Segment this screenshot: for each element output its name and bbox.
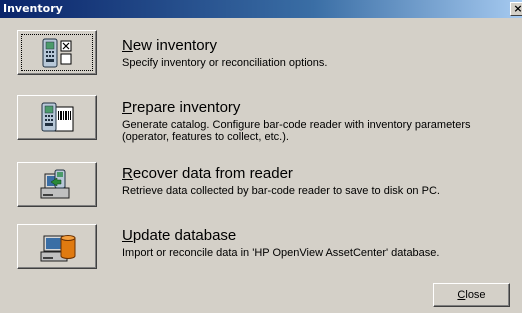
barcode-reader-checklist-icon: [42, 38, 72, 67]
window-title: Inventory: [3, 2, 63, 15]
update-database-button[interactable]: [17, 224, 97, 269]
recover-data-description: Retrieve data collected by bar-code read…: [122, 185, 440, 197]
update-database-title: Update database: [122, 227, 237, 244]
recover-data-title: Recover data from reader: [122, 165, 293, 182]
prepare-inventory-title: Prepare inventory: [122, 99, 241, 116]
reader-to-computer-icon: [40, 169, 70, 198]
computer-database-icon: [40, 234, 76, 261]
new-inventory-title: New inventory: [122, 37, 218, 54]
close-button[interactable]: Close: [433, 283, 510, 307]
window-close-icon[interactable]: ×: [510, 2, 522, 16]
barcode-reader-document-icon: [41, 102, 74, 131]
prepare-inventory-description: Generate catalog. Configure bar-code rea…: [122, 119, 471, 143]
prepare-inventory-button[interactable]: [17, 95, 97, 140]
new-inventory-button[interactable]: [17, 30, 97, 75]
update-database-description: Import or reconcile data in 'HP OpenView…: [122, 247, 440, 259]
title-bar: Inventory ×: [0, 0, 522, 18]
recover-data-button[interactable]: [17, 162, 97, 207]
new-inventory-description: Specify inventory or reconciliation opti…: [122, 57, 328, 69]
inventory-dialog: Inventory × New inventory Specify invent…: [0, 0, 522, 313]
